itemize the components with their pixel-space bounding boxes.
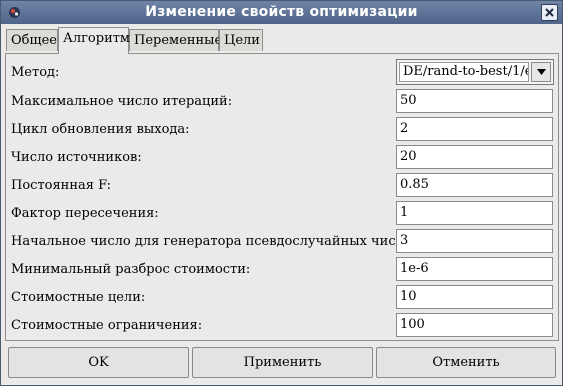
method-select-value[interactable]: DE/rand-to-best/1/exp (399, 62, 529, 82)
dialog-window: Изменение свойств оптимизации Общее Алго… (0, 0, 563, 386)
cost-constraints-input[interactable]: 100 (396, 313, 553, 337)
cost-goals-input[interactable]: 10 (396, 285, 553, 309)
number-of-sources-input[interactable]: 20 (396, 145, 553, 169)
cost-goals-label: Стоимостные цели: (11, 290, 146, 305)
tab-variables[interactable]: Переменные (129, 29, 222, 51)
chevron-down-icon (537, 69, 546, 75)
max-iterations-label: Максимальное число итераций: (11, 94, 233, 109)
crossover-factor-label: Фактор пересечения: (11, 206, 159, 221)
max-iterations-input[interactable]: 50 (396, 89, 553, 113)
constant-f-label: Постоянная F: (11, 178, 112, 193)
close-icon (545, 8, 554, 17)
tab-goals[interactable]: Цели (219, 29, 263, 51)
close-button[interactable] (541, 4, 558, 21)
tab-general[interactable]: Общее (6, 29, 58, 51)
method-label: Метод: (11, 65, 60, 80)
title-bar[interactable]: Изменение свойств оптимизации (1, 1, 562, 24)
random-seed-input[interactable]: 3 (396, 229, 553, 253)
cost-constraints-label: Стоимостные ограничения: (11, 318, 203, 333)
min-cost-spread-input[interactable]: 1e-6 (396, 257, 553, 281)
constant-f-input[interactable]: 0.85 (396, 173, 553, 197)
apply-button[interactable]: Применить (192, 347, 373, 378)
number-of-sources-label: Число источников: (11, 150, 142, 165)
ok-button[interactable]: OK (8, 347, 189, 378)
random-seed-label: Начальное число для генератора псевдослу… (11, 234, 416, 249)
min-cost-spread-label: Минимальный разброс стоимости: (11, 262, 251, 277)
output-refresh-cycle-label: Цикл обновления выхода: (11, 122, 190, 137)
window-title: Изменение свойств оптимизации (145, 4, 418, 20)
tab-algorithm[interactable]: Алгоритм (58, 27, 130, 54)
method-dropdown-button[interactable] (531, 62, 551, 82)
output-refresh-cycle-input[interactable]: 2 (396, 117, 553, 141)
method-select[interactable]: DE/rand-to-best/1/exp (396, 59, 554, 85)
cancel-button[interactable]: Отменить (376, 347, 556, 378)
crossover-factor-input[interactable]: 1 (396, 201, 553, 225)
